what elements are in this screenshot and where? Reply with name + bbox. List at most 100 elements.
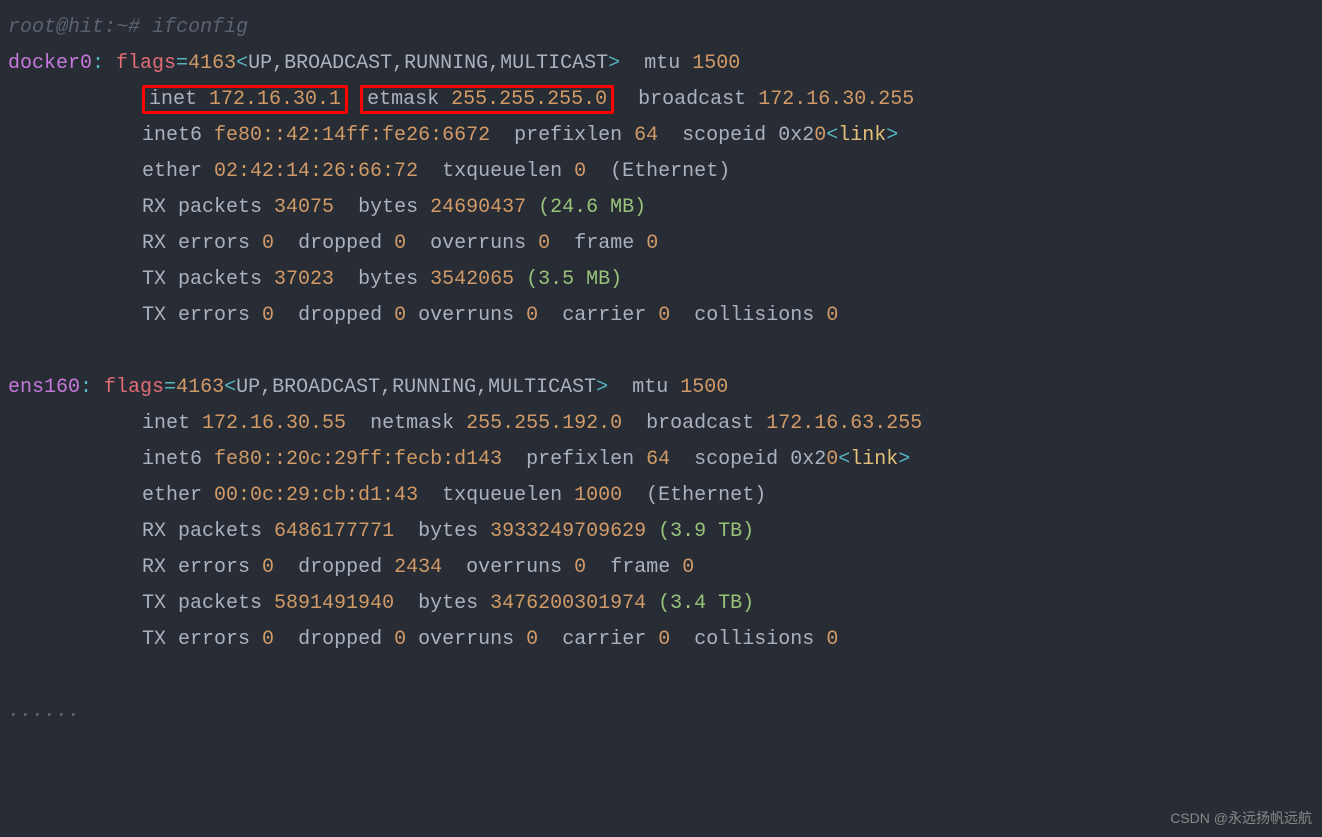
mtu-label: mtu	[644, 52, 680, 75]
terminal-output: root@hit:~# ifconfig docker0: flags=4163…	[8, 10, 1314, 730]
tx-over-label: overruns	[418, 304, 514, 327]
netmask-label: etmask	[367, 88, 439, 111]
rx-over-value: 0	[574, 556, 586, 579]
tx-packets-line-docker0: TX packets 37023 bytes 3542065 (3.5 MB)	[8, 262, 1314, 298]
inet6-addr: fe80::20c:29ff:fecb:d143	[214, 448, 502, 471]
mtu-value: 1500	[692, 52, 740, 75]
link-lt: <	[838, 448, 850, 471]
tx-drop-value: 0	[394, 628, 406, 651]
rx-over-label: overruns	[430, 232, 526, 255]
iface-name: docker0	[8, 52, 92, 75]
rx-drop-label: dropped	[298, 232, 382, 255]
tx-bytes-value: 3476200301974	[490, 592, 646, 615]
tx-err-value: 0	[262, 628, 274, 651]
broadcast-label: broadcast	[638, 88, 746, 111]
rx-frame-value: 0	[682, 556, 694, 579]
txqueuelen-value: 0	[574, 160, 586, 183]
prompt-user: root@hit	[8, 16, 104, 39]
rx-bytes-human: (3.9 TB)	[658, 520, 754, 543]
flags-num: 4163	[176, 376, 224, 399]
scopeid-label: scopeid	[682, 124, 766, 147]
rx-errors-line-ens160: RX errors 0 dropped 2434 overruns 0 fram…	[8, 550, 1314, 586]
ellipsis-line: ......	[8, 694, 1314, 730]
link-gt: >	[898, 448, 910, 471]
tx-drop-label: dropped	[298, 304, 382, 327]
prompt-line: root@hit:~# ifconfig	[8, 10, 1314, 46]
netmask-value: 255.255.192.0	[466, 412, 622, 435]
inet-label: inet	[149, 88, 197, 111]
tx-carr-label: carrier	[562, 304, 646, 327]
tx-coll-value: 0	[826, 304, 838, 327]
rx-over-value: 0	[538, 232, 550, 255]
media-type: (Ethernet)	[646, 484, 766, 507]
ether-line-docker0: ether 02:42:14:26:66:72 txqueuelen 0 (Et…	[8, 154, 1314, 190]
prefixlen-label: prefixlen	[514, 124, 622, 147]
tx-carr-value: 0	[658, 628, 670, 651]
prefixlen-label: prefixlen	[526, 448, 634, 471]
rx-frame-label: frame	[610, 556, 670, 579]
rx-err-value: 0	[262, 556, 274, 579]
flags-list: UP,BROADCAST,RUNNING,MULTICAST	[236, 376, 596, 399]
rx-packets-line-docker0: RX packets 34075 bytes 24690437 (24.6 MB…	[8, 190, 1314, 226]
rx-drop-label: dropped	[298, 556, 382, 579]
link-lt: <	[826, 124, 838, 147]
broadcast-value: 172.16.30.255	[758, 88, 914, 111]
link-text: link	[850, 448, 898, 471]
ether-line-ens160: ether 00:0c:29:cb:d1:43 txqueuelen 1000 …	[8, 478, 1314, 514]
netmask-value: 255.255.255.0	[451, 88, 607, 111]
tx-coll-label: collisions	[694, 304, 814, 327]
rx-frame-label: frame	[574, 232, 634, 255]
tx-bytes-label: bytes	[358, 268, 418, 291]
prompt-path: ~	[116, 16, 128, 39]
iface-header-ens160: ens160: flags=4163<UP,BROADCAST,RUNNING,…	[8, 370, 1314, 406]
prompt-command: ifconfig	[152, 16, 248, 39]
rx-bytes-label: bytes	[358, 196, 418, 219]
scopeid-pre: 0x2	[790, 448, 826, 471]
tx-err-label: TX errors	[142, 628, 250, 651]
scopeid-pre: 0x2	[778, 124, 814, 147]
tx-err-value: 0	[262, 304, 274, 327]
flags-list: UP,BROADCAST,RUNNING,MULTICAST	[248, 52, 608, 75]
inet6-label: inet6	[142, 448, 202, 471]
rx-err-label: RX errors	[142, 556, 250, 579]
ether-label: ether	[142, 160, 202, 183]
rx-bytes-label: bytes	[418, 520, 478, 543]
tx-bytes-human: (3.4 TB)	[658, 592, 754, 615]
rx-err-value: 0	[262, 232, 274, 255]
tx-over-label: overruns	[418, 628, 514, 651]
rx-drop-value: 2434	[394, 556, 442, 579]
rx-packets-line-ens160: RX packets 6486177771 bytes 393324970962…	[8, 514, 1314, 550]
tx-packets-value: 37023	[274, 268, 334, 291]
inet6-line-ens160: inet6 fe80::20c:29ff:fecb:d143 prefixlen…	[8, 442, 1314, 478]
flags-num: 4163	[188, 52, 236, 75]
netmask-label: netmask	[370, 412, 454, 435]
tx-packets-label: TX packets	[142, 268, 262, 291]
tx-drop-value: 0	[394, 304, 406, 327]
tx-coll-label: collisions	[694, 628, 814, 651]
rx-over-label: overruns	[466, 556, 562, 579]
prefixlen-value: 64	[646, 448, 670, 471]
rx-drop-value: 0	[394, 232, 406, 255]
rx-frame-value: 0	[646, 232, 658, 255]
tx-carr-label: carrier	[562, 628, 646, 651]
watermark-text: CSDN @永远扬帆远航	[1170, 806, 1312, 831]
tx-packets-value: 5891491940	[274, 592, 394, 615]
inet-line-ens160: inet 172.16.30.55 netmask 255.255.192.0 …	[8, 406, 1314, 442]
inet6-label: inet6	[142, 124, 202, 147]
rx-packets-label: RX packets	[142, 520, 262, 543]
tx-coll-value: 0	[826, 628, 838, 651]
flags-label: flags	[116, 52, 176, 75]
media-type: (Ethernet)	[610, 160, 730, 183]
rx-bytes-value: 3933249709629	[490, 520, 646, 543]
scopeid-label: scopeid	[694, 448, 778, 471]
flags-label: flags	[104, 376, 164, 399]
inet-line-docker0: inet 172.16.30.1 etmask 255.255.255.0 br…	[8, 82, 1314, 118]
tx-packets-line-ens160: TX packets 5891491940 bytes 347620030197…	[8, 586, 1314, 622]
prefixlen-value: 64	[634, 124, 658, 147]
prompt-symbol: #	[128, 16, 140, 39]
tx-errors-line-docker0: TX errors 0 dropped 0 overruns 0 carrier…	[8, 298, 1314, 334]
tx-errors-line-ens160: TX errors 0 dropped 0 overruns 0 carrier…	[8, 622, 1314, 658]
tx-packets-label: TX packets	[142, 592, 262, 615]
tx-err-label: TX errors	[142, 304, 250, 327]
ether-value: 02:42:14:26:66:72	[214, 160, 418, 183]
